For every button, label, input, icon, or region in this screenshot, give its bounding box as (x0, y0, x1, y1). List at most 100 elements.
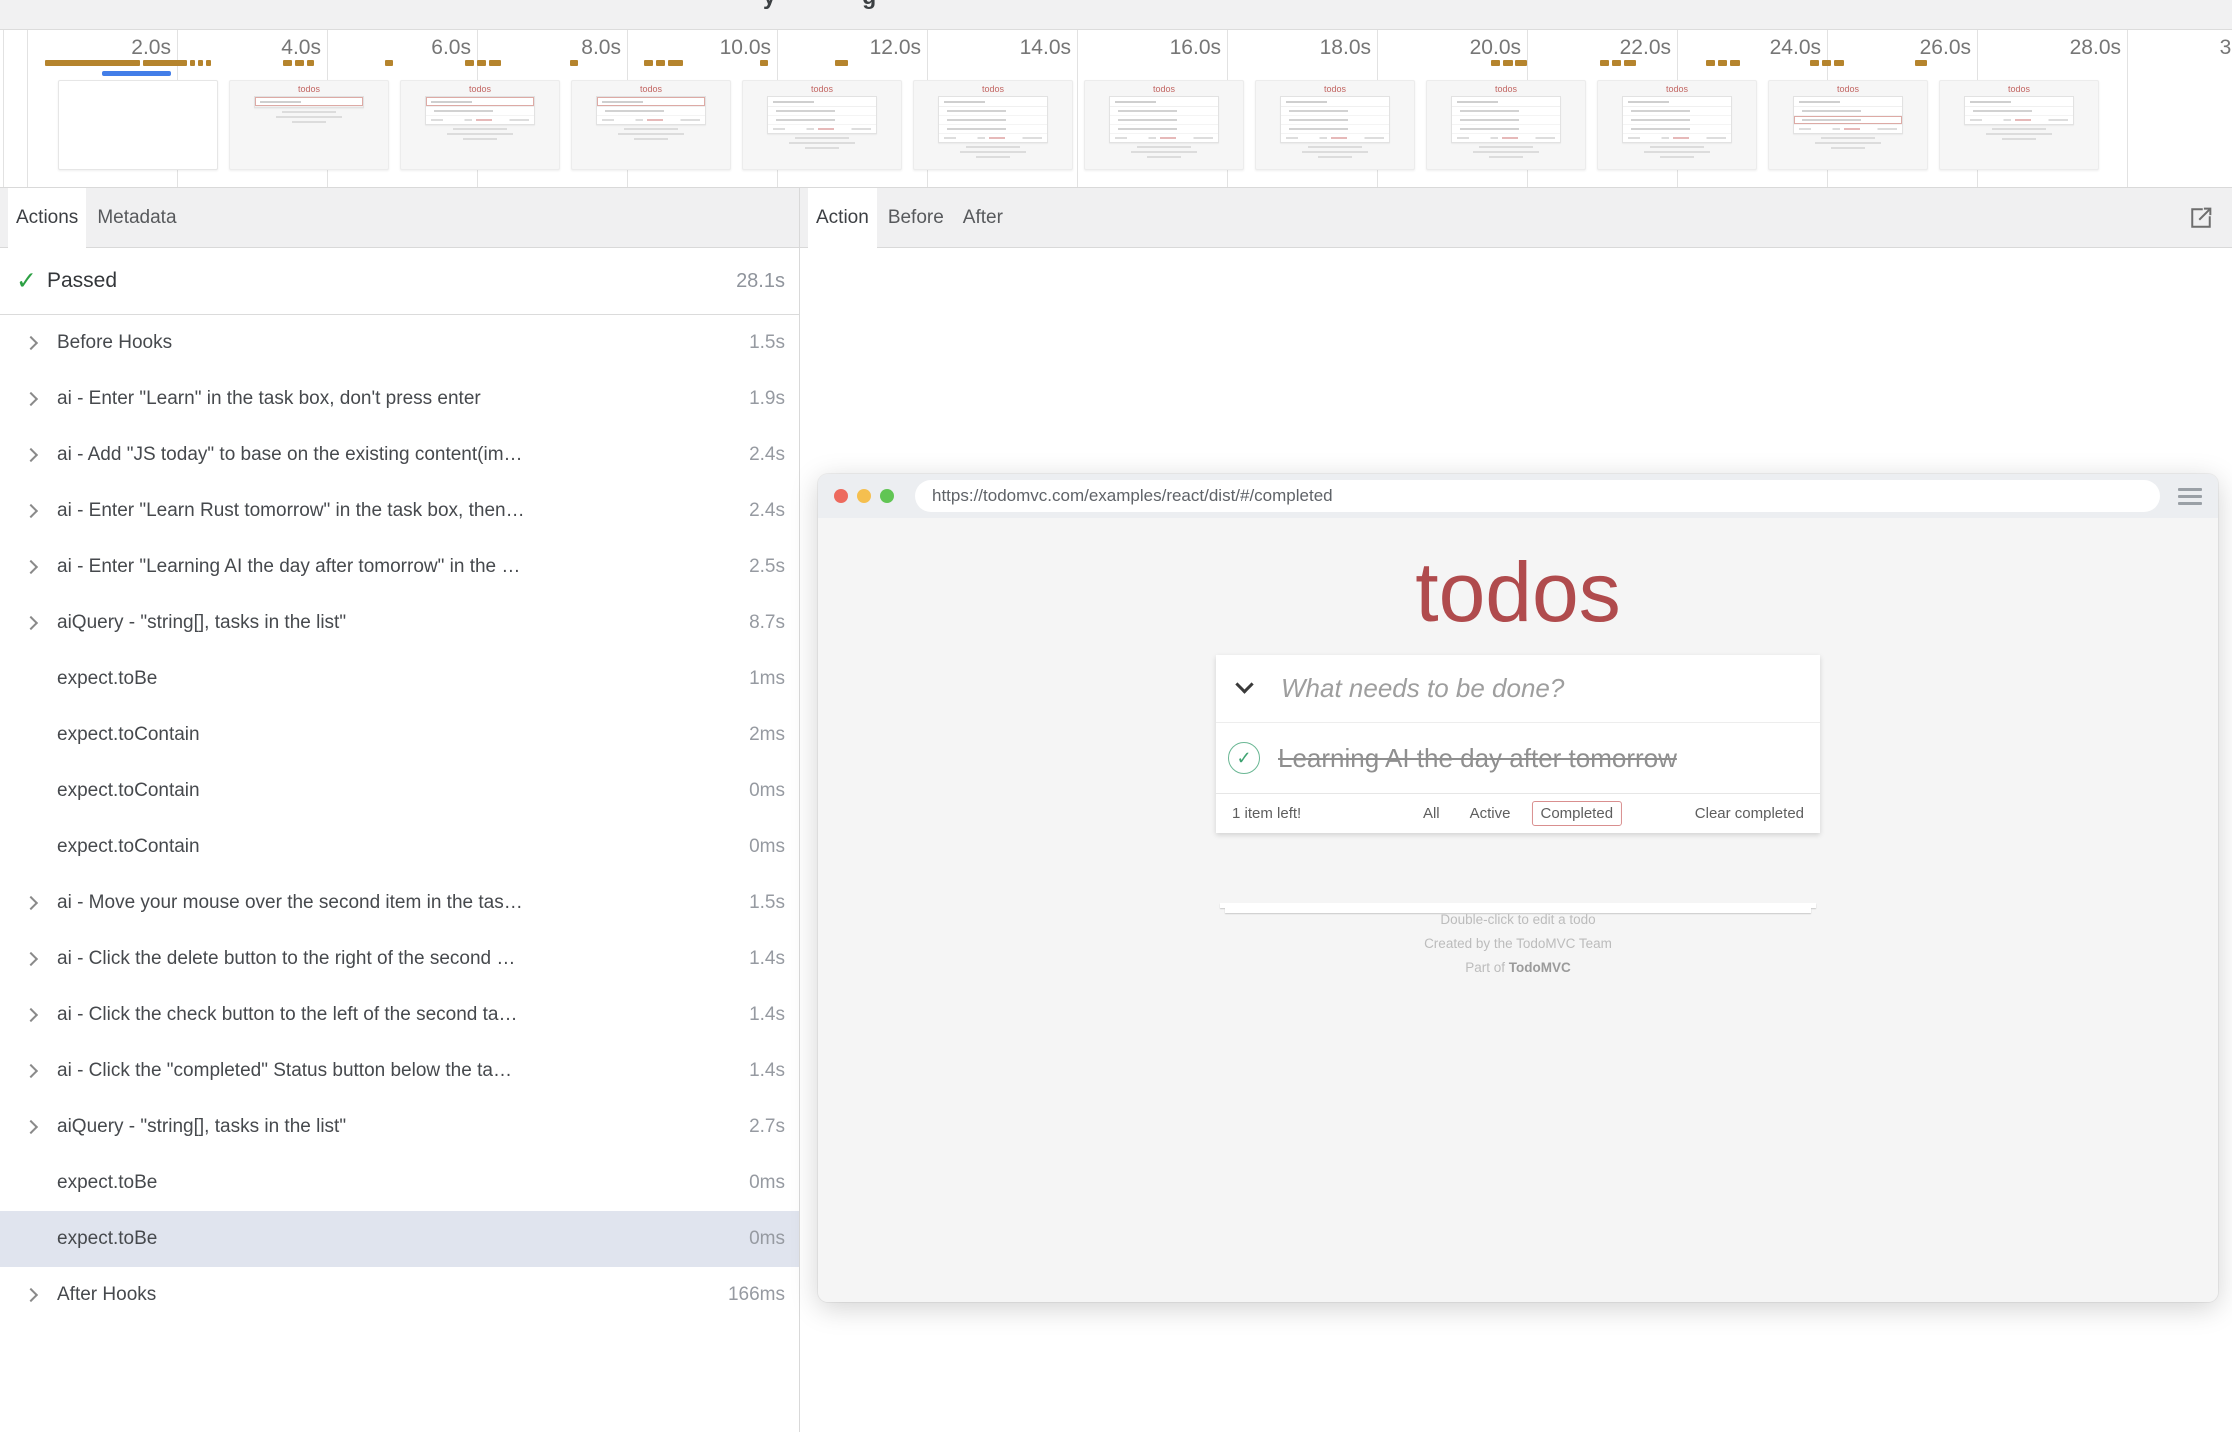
chevron-right-icon[interactable] (24, 560, 38, 574)
thumbnail-caption-line (447, 133, 513, 135)
thumbnail-todos-title: todos (1598, 84, 1756, 94)
timeline-activity-mark (477, 60, 486, 66)
action-list-item[interactable]: ai - Enter "Learn" in the task box, don'… (0, 371, 799, 427)
action-list-item[interactable]: aiQuery - "string[], tasks in the list"8… (0, 595, 799, 651)
chevron-right-icon[interactable] (24, 896, 38, 910)
action-list-item[interactable]: expect.toContain0ms (0, 819, 799, 875)
chevron-right-icon[interactable] (24, 336, 38, 350)
traffic-light-close[interactable] (834, 489, 848, 503)
chevron-right-icon[interactable] (24, 1120, 38, 1134)
menu-icon[interactable] (2178, 488, 2202, 505)
film-strip-frame[interactable]: todos (742, 80, 902, 170)
thumbnail-input (426, 97, 535, 107)
film-strip-frame[interactable] (58, 80, 218, 170)
tab-before[interactable]: Before (880, 188, 952, 249)
tab-actions[interactable]: Actions (8, 188, 86, 249)
action-duration: 1.4s (739, 1004, 785, 1026)
thumbnail-caption-line (1644, 151, 1710, 153)
snapshot-panel: Action Before After https://todomvc.com/… (800, 188, 2232, 1432)
tab-after[interactable]: After (955, 188, 1011, 249)
action-list-item[interactable]: Before Hooks1.5s (0, 315, 799, 371)
info-line: Double-click to edit a todo (818, 908, 2218, 932)
action-list-item[interactable]: After Hooks166ms (0, 1267, 799, 1323)
chevron-right-icon[interactable] (24, 616, 38, 630)
timeline-activity-mark (1810, 60, 1819, 66)
todo-completed-check-icon[interactable]: ✓ (1228, 742, 1260, 774)
timeline-ruler[interactable]: 2.0s4.0s6.0s8.0s10.0s12.0s14.0s16.0s18.0… (0, 30, 2232, 188)
film-strip-frame[interactable]: todos (913, 80, 1073, 170)
action-list-item[interactable]: expect.toContain2ms (0, 707, 799, 763)
timeline-activity-mark (1834, 60, 1844, 66)
action-list-item[interactable]: expect.toBe1ms (0, 651, 799, 707)
action-list-item[interactable]: ai - Move your mouse over the second ite… (0, 875, 799, 931)
film-strip-frame[interactable]: todos (1597, 80, 1757, 170)
chevron-right-icon[interactable] (24, 952, 38, 966)
thumbnail-footer (597, 116, 706, 124)
address-bar[interactable]: https://todomvc.com/examples/react/dist/… (915, 480, 2160, 512)
thumbnail-todo-row (1794, 107, 1903, 116)
filter-completed[interactable]: Completed (1531, 801, 1622, 826)
timeline-activity-mark (760, 60, 768, 66)
action-list-item[interactable]: ai - Click the check button to the left … (0, 987, 799, 1043)
open-snapshot-external-icon[interactable] (2186, 204, 2216, 234)
action-list-item[interactable]: expect.toBe0ms (0, 1155, 799, 1211)
action-list-item[interactable]: expect.toContain0ms (0, 763, 799, 819)
filter-all[interactable]: All (1414, 801, 1449, 826)
new-todo-input[interactable]: What needs to be done? (1281, 673, 1564, 704)
thumbnail-input (255, 97, 364, 107)
thumbnail-todo-row (1110, 125, 1219, 134)
timeline-tick-label: 4.0s (181, 36, 321, 60)
thumbnail-caption-line (276, 116, 342, 118)
action-duration: 8.7s (739, 612, 785, 634)
app-info-footer: Double-click to edit a todo Created by t… (818, 908, 2218, 980)
traffic-light-minimize[interactable] (857, 489, 871, 503)
action-list-item[interactable]: ai - Enter "Learn Rust tomorrow" in the … (0, 483, 799, 539)
thumbnail-caption-line (976, 156, 1011, 158)
action-label: expect.toContain (57, 836, 200, 858)
filter-active[interactable]: Active (1461, 801, 1520, 826)
thumbnail-footer (939, 134, 1048, 142)
film-strip-frame[interactable]: todos (1768, 80, 1928, 170)
film-strip-frame[interactable]: todos (1426, 80, 1586, 170)
thumbnail-footer (1281, 134, 1390, 142)
chevron-right-icon[interactable] (24, 392, 38, 406)
film-strip-frame[interactable]: todos (400, 80, 560, 170)
action-list-item[interactable]: ai - Click the delete button to the righ… (0, 931, 799, 987)
thumbnail-todo-row (1110, 116, 1219, 125)
clear-completed-button[interactable]: Clear completed (1695, 805, 1804, 822)
thumbnail-footer (1452, 134, 1561, 142)
toggle-all-chevron-down-icon[interactable] (1235, 675, 1253, 693)
timeline-activity-mark (668, 60, 683, 66)
chevron-right-icon[interactable] (24, 1008, 38, 1022)
action-list-item[interactable]: ai - Enter "Learning AI the day after to… (0, 539, 799, 595)
film-strip-frame[interactable]: todos (1255, 80, 1415, 170)
action-list-item[interactable]: ai - Add "JS today" to base on the exist… (0, 427, 799, 483)
chevron-right-icon[interactable] (24, 448, 38, 462)
film-strip-frame[interactable]: todos (1939, 80, 2099, 170)
todo-item-text[interactable]: Learning AI the day after tomorrow (1278, 743, 1677, 774)
film-strip-frame[interactable]: todos (571, 80, 731, 170)
chevron-right-icon[interactable] (24, 1288, 38, 1302)
thumbnail-todo-row (1281, 125, 1390, 134)
action-label: Before Hooks (57, 332, 172, 354)
thumbnail-caption-line (805, 147, 840, 149)
browser-snapshot-window: https://todomvc.com/examples/react/dist/… (818, 474, 2218, 1302)
thumbnail-input (768, 97, 877, 107)
traffic-light-zoom[interactable] (880, 489, 894, 503)
action-list-item[interactable]: expect.toBe0ms (0, 1211, 799, 1267)
action-list-item[interactable]: ai - Click the "completed" Status button… (0, 1043, 799, 1099)
action-list-item[interactable]: aiQuery - "string[], tasks in the list"2… (0, 1099, 799, 1155)
thumbnail-caption-line (634, 138, 669, 140)
thumbnail-input (939, 97, 1048, 107)
thumbnail-caption-line (1137, 146, 1191, 148)
timeline-tick-label: 20.0s (1381, 36, 1521, 60)
tab-metadata[interactable]: Metadata (89, 188, 184, 249)
thumbnail-caption-line (1815, 142, 1881, 144)
todomvc-brand[interactable]: TodoMVC (1509, 960, 1571, 975)
tab-action[interactable]: Action (808, 188, 877, 249)
chevron-right-icon[interactable] (24, 1064, 38, 1078)
film-strip-frame[interactable]: todos (229, 80, 389, 170)
thumbnail-caption-line (1650, 146, 1704, 148)
film-strip-frame[interactable]: todos (1084, 80, 1244, 170)
chevron-right-icon[interactable] (24, 504, 38, 518)
